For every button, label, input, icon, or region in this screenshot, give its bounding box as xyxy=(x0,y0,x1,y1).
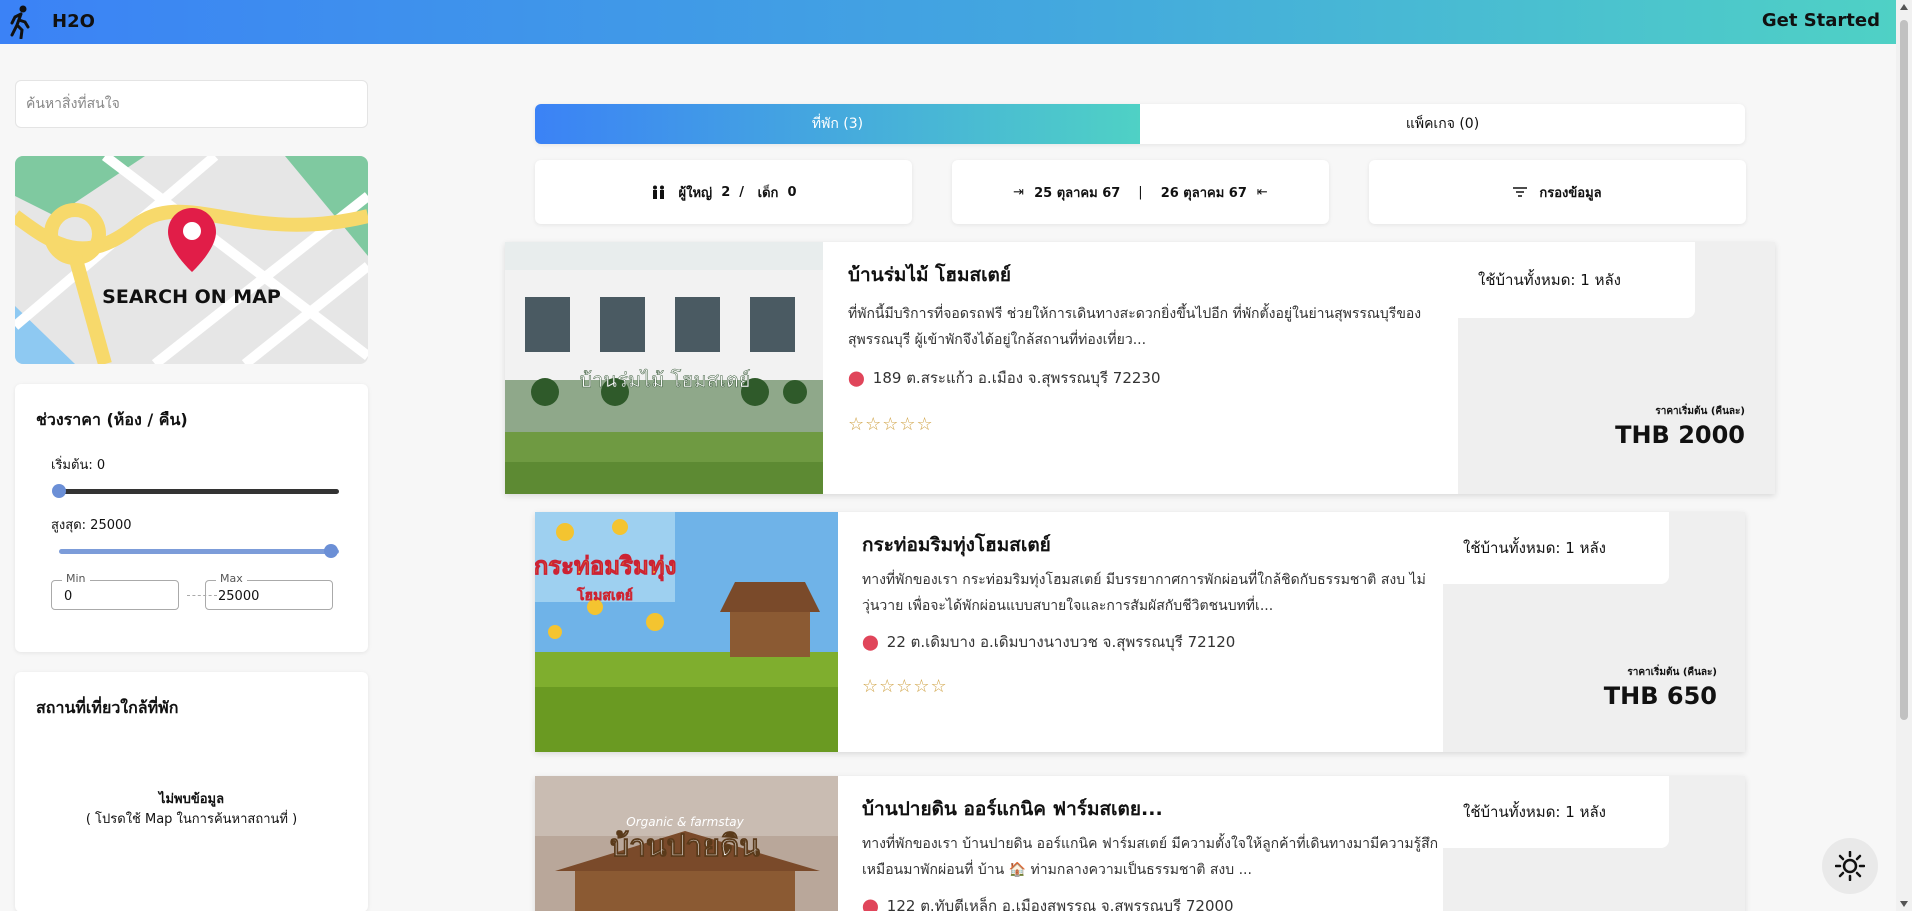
address-text: 22 ต.เดิมบาง อ.เดิมบางนางบวช จ.สุพรรณบุร… xyxy=(886,633,1236,651)
max-legend: Max xyxy=(216,572,247,585)
photo-sign-text: บ้านร่มไม้ โฮมสเตย์ xyxy=(579,368,750,392)
scroll-down-icon[interactable] xyxy=(1900,901,1908,907)
address-text: 189 ต.สระแก้ว อ.เมือง จ.สุพรรณบุรี 72230 xyxy=(872,369,1161,387)
date-range-selector[interactable]: ⇥ 25 ตุลาคม 67 | 26 ตุลาคม 67 ⇤ xyxy=(952,160,1329,224)
tab-packages[interactable]: แพ็คเกจ (0) xyxy=(1140,104,1745,144)
listing-description: ทางที่พักของเรา กระท่อมริมทุ่งโฮมสเตย์ ม… xyxy=(862,572,1426,614)
price-start-label: เริ่มต้น: 0 xyxy=(51,458,106,473)
walking-person-icon[interactable] xyxy=(8,5,34,39)
photo-sign-top: Organic & farmstay xyxy=(626,815,744,829)
brand-name[interactable]: H2O xyxy=(52,11,95,32)
result-tabs: ที่พัก (3) แพ็คเกจ (0) xyxy=(535,104,1745,144)
listing-side-panel: ใช้บ้านทั้งหมด: 1 หลัง ราคาเริ่มต้น (คืน… xyxy=(1443,512,1745,752)
price-from-label: ราคาเริ่มต้น (คืนละ) xyxy=(1655,406,1745,417)
sun-icon xyxy=(1835,851,1865,881)
houses-badge: ใช้บ้านทั้งหมด: 1 หลัง xyxy=(1458,242,1695,318)
houses-badge: ใช้บ้านทั้งหมด: 1 หลัง xyxy=(1443,776,1669,848)
listing-photo[interactable]: บ้านร่มไม้ โฮมสเตย์ xyxy=(505,242,823,494)
min-legend: Min xyxy=(62,572,90,585)
listing-price: THB 2000 xyxy=(1615,421,1745,449)
listing-photo[interactable]: กระท่อมริมทุ่ง โฮมสเตย์ xyxy=(535,512,838,752)
theme-toggle-button[interactable] xyxy=(1822,838,1878,894)
min-price-slider[interactable] xyxy=(59,489,339,494)
attractions-empty-hint: ( โปรดใช้ Map ในการค้นหาสถานที่ ) xyxy=(85,812,298,827)
min-price-field[interactable]: Min 0 xyxy=(51,572,179,610)
listing-address: ⬤ 122 ต.ทับตีเหล็ก อ.เมืองสพรรณ จ.สุพรรณบ… xyxy=(862,894,1234,911)
max-price-slider[interactable] xyxy=(59,549,339,554)
search-container xyxy=(15,80,368,128)
adults-label: ผู้ใหญ่ xyxy=(678,185,713,201)
photo-sign-text: บ้านปายดิน xyxy=(610,829,760,864)
address-text: 122 ต.ทับตีเหล็ก อ.เมืองสพรรณ จ.สุพรรณบุ… xyxy=(886,897,1234,911)
guests-selector[interactable]: ผู้ใหญ่ 2 / เด็ก 0 xyxy=(535,160,912,224)
min-price-value[interactable]: 0 xyxy=(64,589,72,604)
listing-name[interactable]: กระท่อมริมทุ่งโฮมสเตย์ xyxy=(862,530,1051,560)
location-pin-icon: ⬤ xyxy=(862,633,879,651)
nearby-attractions-card: สถานที่เที่ยวใกล้ที่พัก ไม่พบข้อมูล ( โป… xyxy=(15,672,368,911)
attractions-title: สถานที่เที่ยวใกล้ที่พัก xyxy=(36,698,179,717)
children-label: เด็ก xyxy=(757,185,779,201)
rating-stars: ☆☆☆☆☆ xyxy=(862,676,948,697)
top-navbar: H2O Get Started xyxy=(0,0,1896,44)
listing-address: ⬤ 22 ต.เดิมบาง อ.เดิมบางนางบวช จ.สุพรรณบุ… xyxy=(862,630,1235,654)
attractions-empty-title: ไม่พบข้อมูล xyxy=(158,792,225,807)
price-max-label: สูงสุด: 25000 xyxy=(51,518,132,533)
listing-name[interactable]: บ้านปายดิน ออร์แกนิค ฟาร์มสเตย... xyxy=(862,794,1163,824)
search-on-map-label: SEARCH ON MAP xyxy=(102,286,281,308)
get-started-button[interactable]: Get Started xyxy=(1762,10,1880,31)
listing-description: ที่พักนี้มีบริการที่จอดรถฟรี ช่วยให้การเ… xyxy=(848,306,1422,348)
scrollbar-thumb[interactable] xyxy=(1900,20,1908,720)
checkout-icon: ⇤ xyxy=(1256,184,1268,200)
listing-card[interactable]: กระท่อมริมทุ่ง โฮมสเตย์ กระท่อมริมทุ่งโฮ… xyxy=(535,512,1745,752)
price-from-label: ราคาเริ่มต้น (คืนละ) xyxy=(1627,667,1717,678)
listing-card[interactable]: บ้านร่มไม้ โฮมสเตย์ บ้านร่มไม้ โฮมสเตย์ … xyxy=(505,242,1775,494)
page-scrollbar[interactable] xyxy=(1896,0,1912,911)
date-separator: | xyxy=(1138,184,1143,200)
adults-count: 2 xyxy=(721,184,731,200)
listing-side-panel: ใช้บ้านทั้งหมด: 1 หลัง ราคาเริ่มต้น (คืน… xyxy=(1458,242,1775,494)
listing-address: ⬤ 189 ต.สระแก้ว อ.เมือง จ.สุพรรณบุรี 7223… xyxy=(848,366,1161,390)
scroll-up-icon[interactable] xyxy=(1900,4,1908,10)
checkin-date: 25 ตุลาคม 67 xyxy=(1034,185,1121,201)
photo-sign-text: กระท่อมริมทุ่ง xyxy=(535,552,676,582)
listing-name[interactable]: บ้านร่มไม้ โฮมสเตย์ xyxy=(848,260,1011,290)
listing-description: ทางที่พักของเรา บ้านปายดิน ออร์แกนิค ฟาร… xyxy=(862,836,1439,878)
guests-separator: / xyxy=(739,184,745,200)
tab-accommodation[interactable]: ที่พัก (3) xyxy=(535,104,1140,144)
rating-stars: ☆☆☆☆☆ xyxy=(848,414,934,435)
photo-sign-subtext: โฮมสเตย์ xyxy=(576,586,633,604)
location-pin-icon: ⬤ xyxy=(862,897,879,911)
min-slider-handle[interactable] xyxy=(52,484,66,498)
houses-badge: ใช้บ้านทั้งหมด: 1 หลัง xyxy=(1443,512,1669,584)
max-slider-handle[interactable] xyxy=(324,544,338,558)
listing-card[interactable]: Organic & farmstay บ้านปายดิน บ้านปายดิน… xyxy=(535,776,1745,911)
checkout-date: 26 ตุลาคม 67 xyxy=(1160,185,1247,201)
map-illustration xyxy=(15,156,368,364)
filter-label: กรองข้อมูล xyxy=(1539,185,1602,201)
search-input[interactable] xyxy=(16,81,367,127)
price-range-filter: ช่วงราคา (ห้อง / คืน) เริ่มต้น: 0 สูงสุด… xyxy=(15,384,368,652)
max-price-value[interactable]: 25000 xyxy=(218,589,259,604)
price-range-title: ช่วงราคา (ห้อง / คืน) xyxy=(36,410,188,429)
listing-photo[interactable]: Organic & farmstay บ้านปายดิน xyxy=(535,776,838,911)
people-icon xyxy=(652,185,664,199)
listing-price: THB 650 xyxy=(1603,682,1717,710)
filter-button[interactable]: กรองข้อมูล xyxy=(1369,160,1746,224)
max-price-field[interactable]: Max 25000 xyxy=(205,572,333,610)
children-count: 0 xyxy=(787,184,797,200)
checkin-icon: ⇥ xyxy=(1013,184,1025,200)
location-pin-icon: ⬤ xyxy=(848,369,865,387)
listing-side-panel: ใช้บ้านทั้งหมด: 1 หลัง xyxy=(1443,776,1745,911)
search-on-map-card[interactable]: SEARCH ON MAP xyxy=(15,156,368,364)
filter-icon xyxy=(1513,187,1528,197)
